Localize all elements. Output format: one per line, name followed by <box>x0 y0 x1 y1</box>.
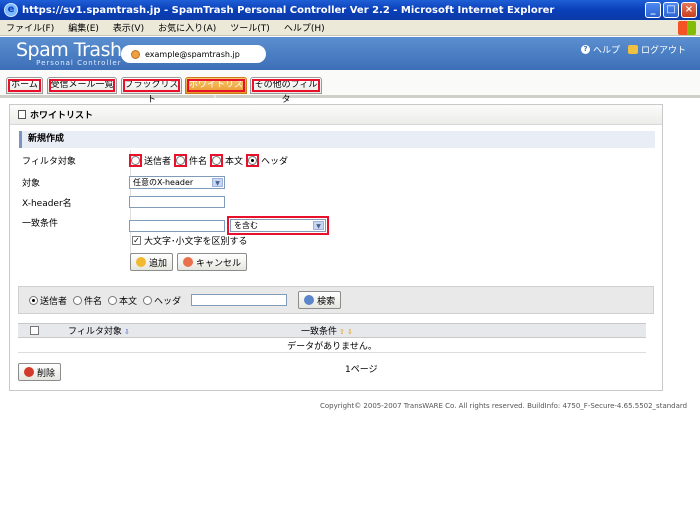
tab-other-filters[interactable]: その他のフィルタ <box>250 77 322 105</box>
sort-down-icon: ⇩ <box>346 328 353 336</box>
section-heading: 新規作成 <box>19 131 655 148</box>
windows-logo-icon <box>678 21 696 35</box>
cancel-button[interactable]: キャンセル <box>177 253 248 271</box>
delete-button[interactable]: 削除 <box>18 363 62 381</box>
copyright-footer: Copyright© 2005-2007 TransWARE Co. All r… <box>320 402 688 410</box>
delete-icon <box>24 367 34 377</box>
search-button[interactable]: 検索 <box>298 291 342 309</box>
search-icon <box>304 295 315 305</box>
menu-favorites[interactable]: お気に入り(A) <box>158 21 216 34</box>
case-sensitive-label: 大文字･小文字を区別する <box>144 237 248 247</box>
maximize-button[interactable]: □ <box>663 2 679 18</box>
tab-whitelist[interactable]: ホワイトリスト <box>185 77 247 105</box>
target-label: 対象 <box>22 179 41 189</box>
menu-edit[interactable]: 編集(E) <box>68 21 99 34</box>
tab-blacklist[interactable]: ブラックリスト <box>121 77 182 105</box>
ie-icon: e <box>4 3 18 17</box>
select-all-checkbox[interactable] <box>30 326 39 335</box>
tab-bar: ホーム 受信メール一覧 ブラックリスト ホワイトリスト その他のフィルタ <box>0 70 700 105</box>
filter-target-label: フィルタ対象 <box>22 157 76 167</box>
close-button[interactable]: × <box>681 2 697 18</box>
target-select[interactable]: 任意のX-header ▼ <box>129 176 225 189</box>
menu-tools[interactable]: ツール(T) <box>230 21 270 34</box>
search-radio-subject[interactable] <box>73 295 83 305</box>
menu-file[interactable]: ファイル(F) <box>6 21 54 34</box>
search-radio-sender[interactable] <box>29 295 38 305</box>
table-header: フィルタ対象 ⇩ 一致条件 ⇧ ⇩ <box>18 323 646 338</box>
page-indicator: 1ページ <box>345 365 378 375</box>
chevron-down-icon: ▼ <box>313 221 324 230</box>
radio-body[interactable] <box>212 156 222 165</box>
chevron-down-icon: ▼ <box>212 178 223 187</box>
case-sensitive-checkbox[interactable]: ✓ <box>132 236 141 245</box>
user-icon <box>131 49 140 59</box>
user-email-display: example@spamtrash.jp <box>121 45 266 63</box>
logout-link[interactable]: ログアウト <box>627 43 686 56</box>
window-titlebar: e https://sv1.spamtrash.jp - SpamTrash P… <box>0 0 700 20</box>
xheader-label: X-header名 <box>22 199 72 209</box>
app-header: Spam Trash Personal Controller example@s… <box>0 37 700 70</box>
search-radio-body[interactable] <box>108 295 118 305</box>
menu-view[interactable]: 表示(V) <box>113 21 144 34</box>
add-button[interactable]: 追加 <box>130 253 174 271</box>
search-input[interactable] <box>191 294 288 306</box>
window-title: https://sv1.spamtrash.jp - SpamTrash Per… <box>22 4 555 16</box>
match-label: 一致条件 <box>22 219 59 229</box>
col-match-condition[interactable]: 一致条件 ⇧ ⇩ <box>301 324 353 337</box>
sort-up-icon: ⇧ <box>339 328 345 336</box>
add-icon <box>136 257 146 267</box>
radio-header[interactable] <box>248 156 258 165</box>
help-icon: ? <box>580 45 590 54</box>
tab-home[interactable]: ホーム <box>6 77 43 94</box>
tab-inbox[interactable]: 受信メール一覧 <box>47 77 117 94</box>
logout-icon <box>627 45 638 54</box>
document-icon <box>18 110 26 119</box>
user-email: example@spamtrash.jp <box>145 49 240 59</box>
match-select[interactable]: を含む ▼ <box>230 219 326 232</box>
menu-bar: ファイル(F) 編集(E) 表示(V) お気に入り(A) ツール(T) ヘルプ(… <box>0 20 700 36</box>
help-link[interactable]: ? ヘルプ <box>580 43 620 56</box>
whitelist-panel: ホワイトリスト 新規作成 フィルタ対象 送信者 件名 本文 ヘッダ 対象 任意の… <box>9 104 663 391</box>
panel-title: ホワイトリスト <box>10 105 662 125</box>
whitelist-table: フィルタ対象 ⇩ 一致条件 ⇧ ⇩ データがありません。 <box>18 323 646 353</box>
menu-help[interactable]: ヘルプ(H) <box>284 21 325 34</box>
xheader-input[interactable] <box>129 196 225 208</box>
radio-subject[interactable] <box>176 156 186 165</box>
radio-sender[interactable] <box>131 156 140 165</box>
match-input[interactable] <box>129 219 225 232</box>
empty-message: データがありません。 <box>18 338 646 353</box>
search-radio-header[interactable] <box>143 295 153 305</box>
app-logo: Spam Trash Personal Controller <box>16 39 122 67</box>
search-area: 送信者 件名 本文 ヘッダ 検索 <box>18 286 654 314</box>
sort-down-icon: ⇩ <box>123 328 130 336</box>
cancel-icon <box>183 257 194 267</box>
minimize-button[interactable]: _ <box>645 2 661 18</box>
col-filter-target[interactable]: フィルタ対象 ⇩ <box>68 324 130 337</box>
